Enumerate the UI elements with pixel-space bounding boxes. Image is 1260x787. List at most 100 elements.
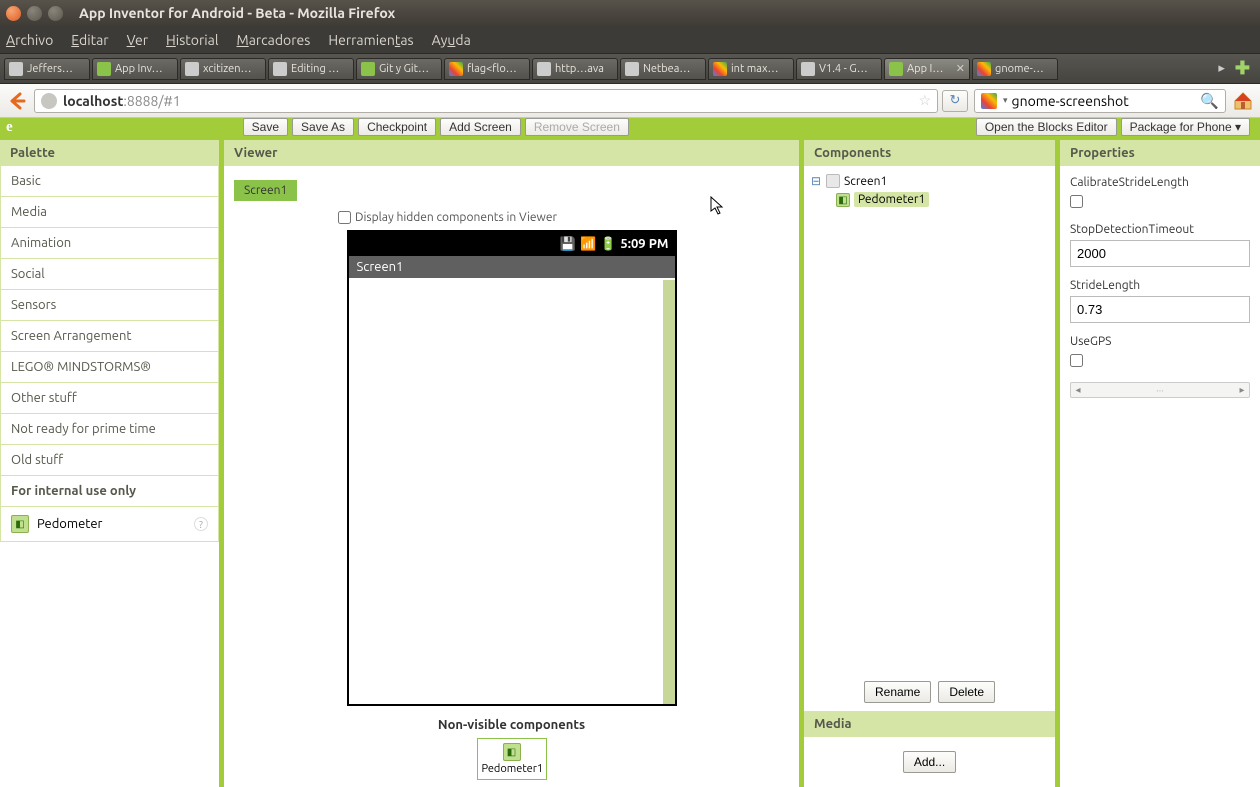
menu-marcadores[interactable]: Marcadores xyxy=(237,32,311,48)
search-engine-dropdown-icon[interactable]: ▾ xyxy=(1003,95,1008,106)
favicon-icon xyxy=(97,62,111,76)
browser-tab[interactable]: Editing … xyxy=(268,58,354,80)
scroll-right-icon[interactable]: ▸ xyxy=(1235,384,1249,396)
browser-tab[interactable]: Netbea… xyxy=(620,58,706,80)
favicon-icon xyxy=(625,62,639,76)
prop-stridelength-input[interactable] xyxy=(1070,296,1250,323)
favicon-icon xyxy=(9,62,23,76)
browser-tab[interactable]: Git y Git… xyxy=(356,58,442,80)
search-value: gnome-screenshot xyxy=(1012,93,1129,109)
prop-stoptimeout-input[interactable] xyxy=(1070,240,1250,267)
window-close-button[interactable] xyxy=(6,6,21,21)
checkpoint-button[interactable]: Checkpoint xyxy=(358,118,436,136)
browser-tab[interactable]: Jeffers… xyxy=(4,58,90,80)
tab-label: App I… xyxy=(907,63,943,75)
palette-category[interactable]: Basic xyxy=(0,166,219,197)
components-panel: Components ⊟ Screen1 ◧Pedometer1 Rename … xyxy=(804,140,1060,787)
url-input[interactable]: localhost:8888/#1 ☆ xyxy=(34,89,938,113)
menu-herramientas[interactable]: Herramientas xyxy=(328,32,413,48)
phone-preview: 💾 📶 🔋 5:09 PM Screen1 xyxy=(347,230,677,706)
browser-tab[interactable]: App I… ✕ xyxy=(884,58,970,80)
palette-category[interactable]: Other stuff xyxy=(0,383,219,414)
phone-status-bar: 💾 📶 🔋 5:09 PM xyxy=(349,232,675,256)
favicon-icon xyxy=(273,62,287,76)
favicon-icon xyxy=(361,62,375,76)
browser-tab[interactable]: App Inv… xyxy=(92,58,178,80)
browser-tab[interactable]: flag<flo… xyxy=(444,58,530,80)
addscreen-button[interactable]: Add Screen xyxy=(440,118,521,136)
tab-close-icon[interactable]: ✕ xyxy=(953,62,965,75)
display-hidden-checkbox[interactable] xyxy=(338,211,351,224)
palette-category[interactable]: Not ready for prime time xyxy=(0,414,219,445)
bookmark-star-icon[interactable]: ☆ xyxy=(918,92,931,109)
favicon-icon xyxy=(449,62,463,76)
screen-icon xyxy=(826,174,840,188)
prop-calibrate-checkbox[interactable] xyxy=(1070,195,1083,208)
prop-calibrate-label: CalibrateStrideLength xyxy=(1070,176,1250,189)
window-titlebar: App Inventor for Android - Beta - Mozill… xyxy=(0,0,1260,26)
browser-tab[interactable]: int max… xyxy=(708,58,794,80)
search-box[interactable]: ▾ gnome-screenshot 🔍 xyxy=(974,89,1226,113)
palette-category[interactable]: Old stuff xyxy=(0,445,219,476)
nonvisible-component[interactable]: ◧Pedometer1 xyxy=(477,738,547,780)
menu-archivo[interactable]: Archivo xyxy=(6,32,53,48)
menu-ver[interactable]: Ver xyxy=(127,32,148,48)
screen-tab[interactable]: Screen1 xyxy=(234,180,297,201)
favicon-icon xyxy=(889,62,903,76)
save-button[interactable]: Save xyxy=(243,118,288,136)
browser-tab[interactable]: V1.4 - G… xyxy=(796,58,882,80)
tree-item[interactable]: ◧Pedometer1 xyxy=(836,190,1049,209)
media-header: Media xyxy=(804,711,1055,737)
phone-canvas[interactable] xyxy=(349,280,675,704)
scroll-left-icon[interactable]: ◂ xyxy=(1071,384,1085,396)
properties-h-scrollbar[interactable]: ◂ ··· ▸ xyxy=(1070,382,1250,398)
tab-label: http…ava xyxy=(555,63,604,75)
palette-category[interactable]: Social xyxy=(0,259,219,290)
menu-ayuda[interactable]: Ayuda xyxy=(432,32,471,48)
palette-category[interactable]: Media xyxy=(0,197,219,228)
palette-component-label: Pedometer xyxy=(37,517,102,531)
viewer-panel: Viewer Screen1 Display hidden components… xyxy=(224,140,804,787)
sd-icon: 💾 xyxy=(560,237,576,252)
palette-category[interactable]: Screen Arrangement xyxy=(0,321,219,352)
palette-category[interactable]: LEGO® MINDSTORMS® xyxy=(0,352,219,383)
display-hidden-label: Display hidden components in Viewer xyxy=(355,211,557,224)
palette-component[interactable]: ◧Pedometer? xyxy=(0,507,219,542)
tab-label: V1.4 - G… xyxy=(819,63,868,75)
prop-usegps-checkbox[interactable] xyxy=(1070,354,1083,367)
properties-header: Properties xyxy=(1060,140,1260,166)
new-tab-button[interactable]: ✚ xyxy=(1235,58,1250,79)
google-icon xyxy=(981,93,997,109)
browser-tab[interactable]: xcitizen… xyxy=(180,58,266,80)
palette-panel: Palette BasicMediaAnimationSocialSensors… xyxy=(0,140,224,787)
help-icon[interactable]: ? xyxy=(194,517,208,531)
home-button[interactable] xyxy=(1232,90,1254,112)
nonvisible-component-label: Pedometer1 xyxy=(482,763,542,775)
saveas-button[interactable]: Save As xyxy=(292,118,354,136)
tab-label: flag<flo… xyxy=(467,63,517,75)
phone-scrollbar[interactable] xyxy=(663,280,675,704)
window-title: App Inventor for Android - Beta - Mozill… xyxy=(79,5,395,21)
rename-button[interactable]: Rename xyxy=(864,681,931,703)
components-tree: ⊟ Screen1 ◧Pedometer1 xyxy=(804,166,1055,673)
tree-collapse-icon[interactable]: ⊟ xyxy=(810,174,822,188)
blocks-button[interactable]: Open the Blocks Editor xyxy=(976,118,1117,136)
menu-editar[interactable]: Editar xyxy=(71,32,108,48)
palette-category[interactable]: Animation xyxy=(0,228,219,259)
browser-tab[interactable]: http…ava xyxy=(532,58,618,80)
tabs-overflow-arrow-icon[interactable]: ▸ xyxy=(1218,61,1225,76)
palette-category[interactable]: Sensors xyxy=(0,290,219,321)
reload-button[interactable]: ↻ xyxy=(942,90,968,112)
window-minimize-button[interactable] xyxy=(27,6,42,21)
package-button[interactable]: Package for Phone ▾ xyxy=(1121,118,1250,136)
search-icon[interactable]: 🔍 xyxy=(1200,92,1219,110)
back-button[interactable] xyxy=(6,90,28,112)
tab-label: xcitizen… xyxy=(203,63,251,75)
add-media-button[interactable]: Add... xyxy=(903,751,956,773)
browser-tab[interactable]: gnome-… xyxy=(972,58,1058,80)
tree-root[interactable]: ⊟ Screen1 xyxy=(810,172,1049,190)
palette-internal-header: For internal use only xyxy=(0,476,219,507)
window-maximize-button[interactable] xyxy=(48,6,63,21)
delete-button[interactable]: Delete xyxy=(938,681,995,703)
menu-historial[interactable]: Historial xyxy=(166,32,218,48)
